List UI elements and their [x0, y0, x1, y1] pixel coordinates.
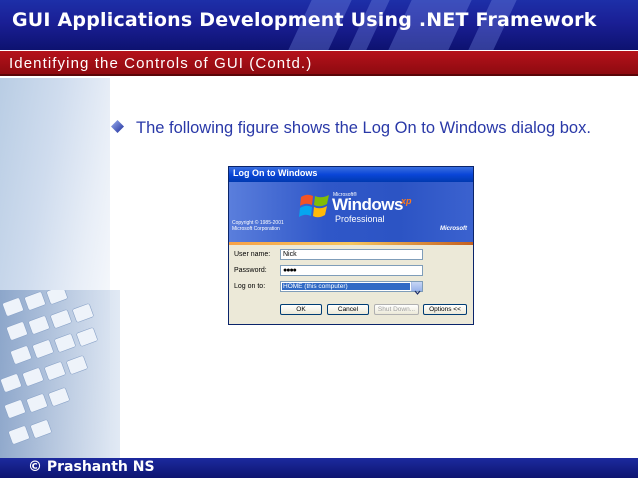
logon-to-value: HOME (this computer) — [282, 283, 410, 290]
dialog-banner-strip — [229, 242, 473, 245]
dialog-title: Log On to Windows — [233, 168, 318, 178]
bullet-text: The following figure shows the Log On to… — [136, 119, 591, 137]
options-button[interactable]: Options << — [423, 304, 467, 315]
footer-copyright: © Prashanth NS — [28, 459, 155, 475]
slide-title: GUI Applications Development Using .NET … — [12, 9, 597, 31]
keyboard-image — [0, 290, 120, 458]
password-label: Password: — [234, 267, 267, 274]
diamond-bullet-icon — [111, 120, 124, 133]
subtitle-bar: Identifying the Controls of GUI (Contd.) — [0, 51, 638, 76]
slide: GUI Applications Development Using .NET … — [0, 0, 638, 478]
username-label: User name: — [234, 251, 271, 258]
dropdown-arrow-icon[interactable] — [411, 282, 422, 295]
logon-to-select[interactable]: HOME (this computer) — [280, 281, 423, 295]
logon-to-label: Log on to: — [234, 283, 266, 290]
xp-logo-text: xp — [401, 196, 412, 206]
password-input[interactable]: ●●●● — [280, 265, 423, 276]
copyright-text: Copyright © 1985-2001 Microsoft Corporat… — [232, 220, 284, 232]
username-input[interactable]: Nick — [280, 249, 423, 260]
footer-bar: © Prashanth NS — [0, 458, 638, 478]
edition-label: Professional — [335, 214, 385, 224]
dialog-titlebar[interactable]: Log On to Windows — [229, 167, 473, 182]
slide-subtitle: Identifying the Controls of GUI (Contd.) — [9, 55, 313, 72]
microsoft-brand-label: Microsoft — [440, 226, 467, 232]
logon-dialog: Log On to Windows Microsoft® Windows xp … — [228, 166, 474, 325]
windows-logo-text: Windows — [332, 195, 403, 214]
title-bar: GUI Applications Development Using .NET … — [0, 0, 638, 50]
shutdown-button[interactable]: Shut Down... — [374, 304, 419, 315]
ok-button[interactable]: OK — [280, 304, 322, 315]
cancel-button[interactable]: Cancel — [327, 304, 369, 315]
windows-flag-icon — [299, 194, 329, 218]
